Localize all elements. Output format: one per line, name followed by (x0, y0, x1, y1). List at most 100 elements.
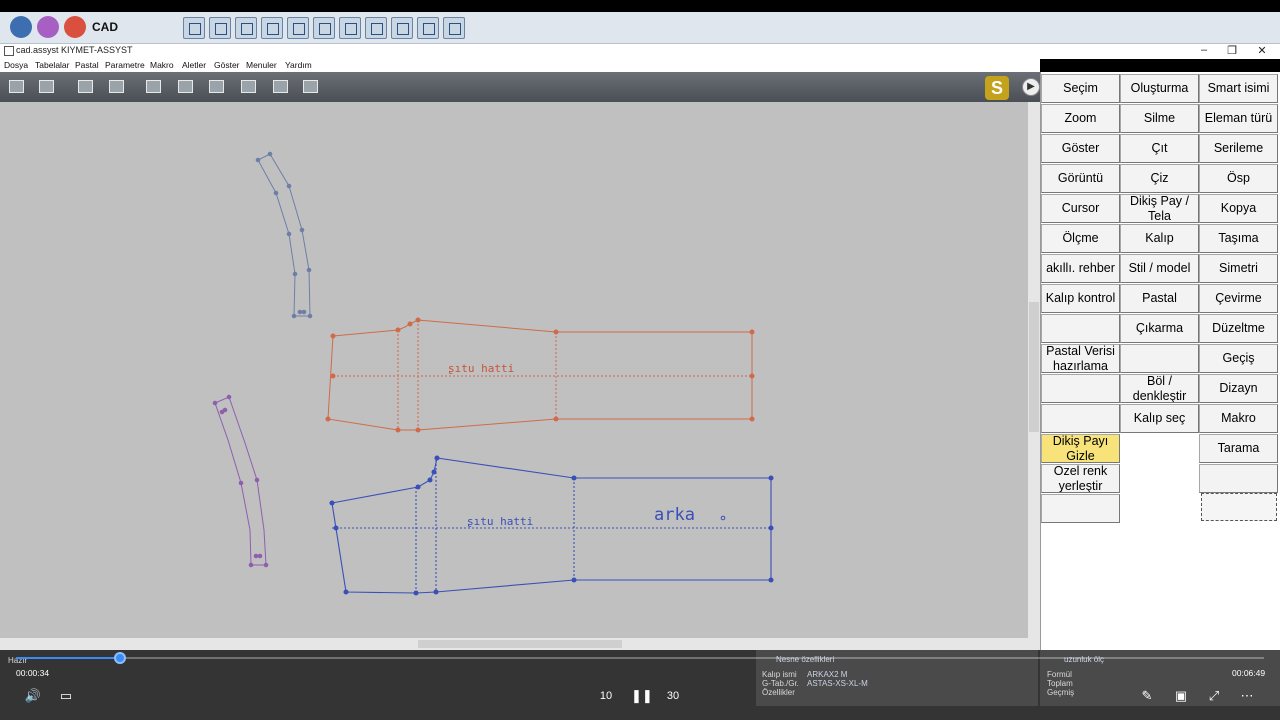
command-button-r9-c2[interactable]: Geçiş (1199, 344, 1278, 373)
menu-7[interactable]: Menuler (246, 60, 277, 70)
command-button-r3-c1[interactable]: Çiz (1120, 164, 1199, 193)
miniplayer-icon[interactable]: ▣ (1172, 688, 1190, 704)
piece-rect-icon[interactable] (239, 78, 259, 96)
pattern-tool-1-icon[interactable] (183, 17, 205, 39)
command-button-r1-c0[interactable]: Zoom (1041, 104, 1120, 133)
pattern-piece-front (325, 317, 755, 433)
video-progress-knob[interactable] (113, 652, 126, 664)
frame-icon[interactable] (144, 78, 164, 96)
command-button-r7-c0[interactable]: Kalıp kontrol (1041, 284, 1120, 313)
undo-icon[interactable] (76, 78, 96, 96)
open-folder-icon[interactable] (7, 78, 27, 96)
command-button-r6-c1[interactable]: Stil / model (1120, 254, 1199, 283)
menu-2[interactable]: Pastal (75, 60, 99, 70)
command-button-r14-c0[interactable] (1041, 494, 1120, 523)
command-button-r11-c1[interactable]: Kalıp seç (1120, 404, 1199, 433)
menu-5[interactable]: Aletler (182, 60, 206, 70)
command-button-r8-c0[interactable] (1041, 314, 1120, 343)
pattern-tool-4-icon[interactable] (261, 17, 283, 39)
command-button-r1-c1[interactable]: Silme (1120, 104, 1199, 133)
skip-back-label: 10 (599, 690, 613, 702)
command-button-r1-c2[interactable]: Eleman türü (1199, 104, 1278, 133)
pattern-tool-5-icon[interactable] (287, 17, 309, 39)
horizontal-scroll-thumb[interactable] (418, 640, 622, 648)
iron-icon[interactable] (207, 78, 227, 96)
panel-collapse-button[interactable]: ▶ (1022, 78, 1040, 96)
command-button-r5-c0[interactable]: Ölçme (1041, 224, 1120, 253)
command-button-r12-c2[interactable]: Tarama (1199, 434, 1278, 463)
command-button-r6-c0[interactable]: akıllı. rehber (1041, 254, 1120, 283)
command-button-r8-c1[interactable]: Çıkarma (1120, 314, 1199, 343)
pattern-tool-10-icon[interactable] (417, 17, 439, 39)
command-button-r7-c2[interactable]: Çevirme (1199, 284, 1278, 313)
close-button[interactable]: ✕ (1252, 44, 1272, 57)
tape-icon[interactable] (64, 16, 86, 38)
command-button-r5-c1[interactable]: Kalıp (1120, 224, 1199, 253)
command-button-r0-c0[interactable]: Seçim (1041, 74, 1120, 103)
delete-piece-icon[interactable] (176, 78, 196, 96)
more-options-icon[interactable]: ⋯ (1238, 688, 1256, 704)
command-button-r4-c2[interactable]: Kopya (1199, 194, 1278, 223)
pause-icon[interactable]: ❚❚ (631, 688, 653, 704)
pattern-tool-6-icon[interactable] (313, 17, 335, 39)
pattern-tool-3-icon[interactable] (235, 17, 257, 39)
drawing-canvas[interactable]: ʂıtu hatti ʂıtu hatti arka (0, 102, 1028, 638)
menu-0[interactable]: Dosya (4, 60, 28, 70)
command-button-r0-c1[interactable]: Oluşturma (1120, 74, 1199, 103)
pattern-tool-2-icon[interactable] (209, 17, 231, 39)
pattern-tool-8-icon[interactable] (365, 17, 387, 39)
command-button-r4-c0[interactable]: Cursor (1041, 194, 1120, 223)
skip-forward-label: 30 (666, 690, 680, 702)
command-button-r10-c0[interactable] (1041, 374, 1120, 403)
command-button-r3-c2[interactable]: Ösp (1199, 164, 1278, 193)
command-button-r11-c0[interactable] (1041, 404, 1120, 433)
fullscreen-icon[interactable]: ⤢ (1205, 688, 1223, 704)
skip-forward-button[interactable]: 30 (664, 688, 682, 704)
back-arrow-icon[interactable] (10, 16, 32, 38)
pencil-icon[interactable] (271, 78, 291, 96)
skip-back-button[interactable]: 10 (597, 688, 615, 704)
command-button-r9-c0[interactable]: Pastal Verisi hazırlama (1041, 344, 1120, 373)
menu-1[interactable]: Tabelalar (35, 60, 70, 70)
command-button-r8-c2[interactable]: Düzeltme (1199, 314, 1278, 343)
command-button-r4-c1[interactable]: Dikiş Pay / Tela (1120, 194, 1199, 223)
command-button-r7-c1[interactable]: Pastal (1120, 284, 1199, 313)
empty-command-slot[interactable] (1201, 493, 1277, 521)
menu-3[interactable]: Parametre (105, 60, 145, 70)
command-button-r6-c2[interactable]: Simetri (1199, 254, 1278, 283)
command-button-r2-c0[interactable]: Göster (1041, 134, 1120, 163)
command-button-r10-c1[interactable]: Böl / denkleştir (1120, 374, 1199, 403)
menu-8[interactable]: Yardım (285, 60, 312, 70)
command-button-r13-c0[interactable]: Ozel renk yerleştir (1041, 464, 1120, 493)
pattern-tool-11-icon[interactable] (443, 17, 465, 39)
pen-icon[interactable]: ✎ (1138, 688, 1156, 704)
menu-6[interactable]: Göster (214, 60, 240, 70)
command-button-r0-c2[interactable]: Smart isimi (1199, 74, 1278, 103)
command-button-r12-c0[interactable]: Dikiş Payı Gizle (1041, 434, 1120, 463)
maximize-button[interactable]: ❐ (1222, 44, 1242, 57)
pattern-tool-7-icon[interactable] (339, 17, 361, 39)
volume-icon[interactable]: 🔊 (24, 688, 42, 704)
vertical-scroll-thumb[interactable] (1029, 302, 1039, 432)
window-titlebar: cad.assyst KIYMET-ASSYST ‒ ❐ ✕ (0, 44, 1280, 59)
layers-icon[interactable] (301, 78, 321, 96)
command-button-r3-c0[interactable]: Görüntü (1041, 164, 1120, 193)
command-button-r10-c2[interactable]: Dizayn (1199, 374, 1278, 403)
captions-icon[interactable]: ▭ (57, 688, 75, 704)
menu-4[interactable]: Makro (150, 60, 174, 70)
command-button-r5-c2[interactable]: Taşıma (1199, 224, 1278, 253)
command-button-r2-c2[interactable]: Serileme (1199, 134, 1278, 163)
command-button-r13-c2[interactable] (1199, 464, 1278, 493)
pattern-tool-9-icon[interactable] (391, 17, 413, 39)
save-icon[interactable] (37, 78, 57, 96)
command-button-r9-c1[interactable] (1120, 344, 1199, 373)
horizontal-scrollbar[interactable] (0, 638, 1040, 650)
video-progress-bar[interactable] (16, 652, 1264, 664)
assyst-logo-icon[interactable]: S (985, 76, 1009, 100)
command-button-r2-c1[interactable]: Çıt (1120, 134, 1199, 163)
shirt-icon[interactable] (37, 16, 59, 38)
vertical-scrollbar[interactable] (1028, 102, 1040, 638)
redo-icon[interactable] (107, 78, 127, 96)
minimize-button[interactable]: ‒ (1194, 44, 1214, 56)
command-button-r11-c2[interactable]: Makro (1199, 404, 1278, 433)
